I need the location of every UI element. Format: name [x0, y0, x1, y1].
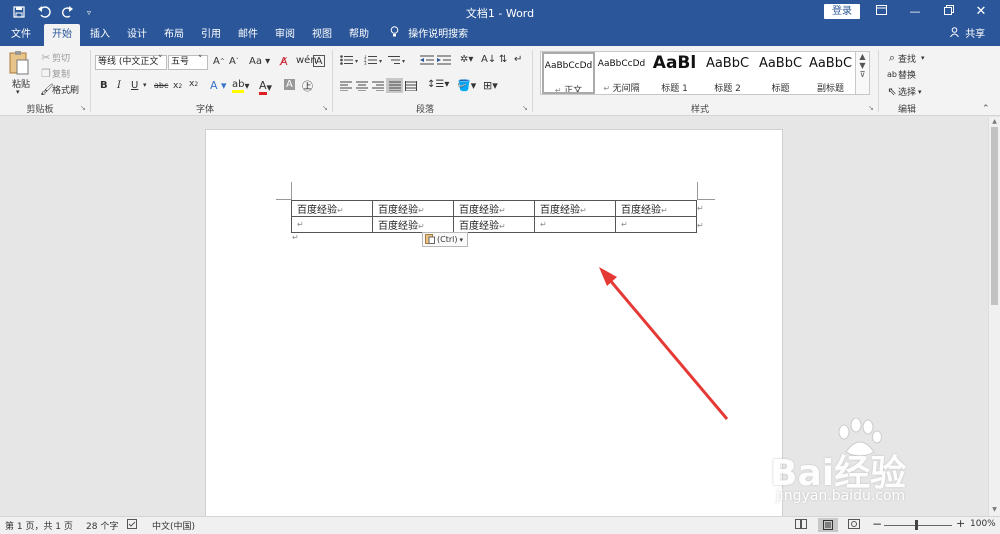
web-layout-icon[interactable] [848, 519, 860, 532]
zoom-slider-thumb[interactable] [915, 520, 918, 530]
print-layout-icon[interactable] [818, 518, 838, 532]
scroll-thumb[interactable] [991, 127, 998, 305]
scroll-down-icon[interactable]: ▼ [989, 505, 1000, 515]
status-bar: 第 1 页，共 1 页 28 个字 中文(中国) − + 100% [0, 516, 1000, 534]
baidu-watermark: Bai经验 jingyan.baidu.com [770, 418, 970, 508]
word-count[interactable]: 28 个字 [86, 519, 118, 532]
page-count[interactable]: 第 1 页，共 1 页 [5, 519, 73, 532]
zoom-level[interactable]: 100% [970, 519, 996, 529]
scroll-up-icon[interactable]: ▲ [989, 117, 1000, 127]
proofing-icon[interactable] [127, 519, 137, 532]
vertical-scrollbar[interactable]: ▲ ▼ [988, 117, 1000, 516]
zoom-in-button[interactable]: + [956, 517, 965, 530]
zoom-out-button[interactable]: − [872, 517, 882, 531]
language[interactable]: 中文(中国) [152, 519, 195, 532]
read-mode-icon[interactable] [795, 519, 807, 532]
watermark-url: jingyan.baidu.com [776, 488, 906, 504]
zoom-slider[interactable] [884, 525, 952, 526]
